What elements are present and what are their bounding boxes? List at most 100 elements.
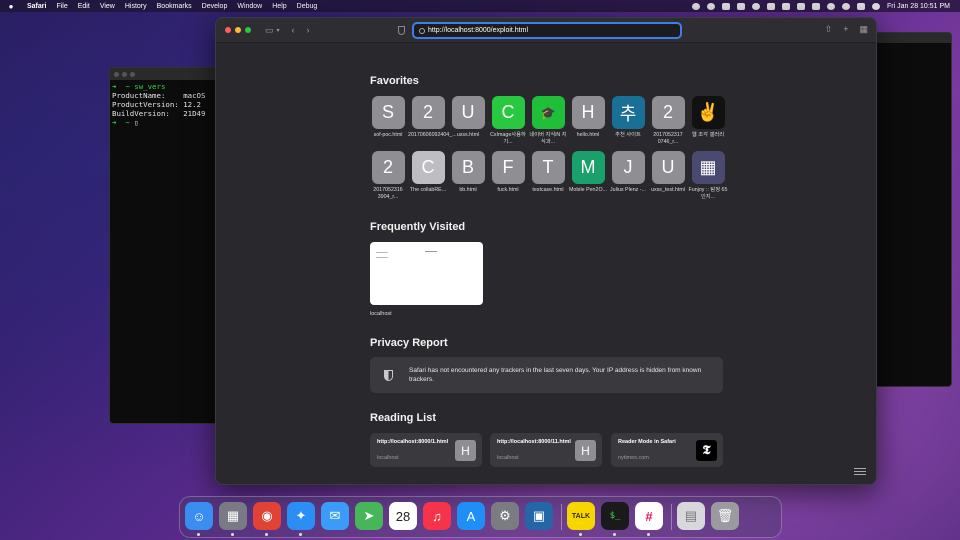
toolbar-right: ⇧ + ▦: [825, 24, 868, 35]
dock-kakaotalk-icon[interactable]: TALK: [567, 502, 595, 530]
tab-overview-icon[interactable]: ▦: [859, 24, 868, 35]
favorite-item[interactable]: 추 추천 사이트: [610, 96, 646, 139]
menu-bar: ● Safari File Edit View History Bookmark…: [0, 0, 960, 12]
favorite-item[interactable]: 🎓 네이버 지식iN 지식과...: [529, 96, 567, 146]
dock-virtualbox-icon[interactable]: ▣: [525, 502, 553, 530]
message-icon[interactable]: [736, 2, 745, 10]
menu-window[interactable]: Window: [232, 3, 267, 10]
favorite-label: fuck.html: [497, 187, 519, 193]
input-source-icon[interactable]: [781, 2, 790, 10]
control-center-icon[interactable]: [856, 2, 865, 10]
privacy-report-card[interactable]: Safari has not encountered any trackers …: [370, 357, 723, 393]
dock-slack-icon[interactable]: #: [635, 502, 663, 530]
safari-window[interactable]: ▭ ▾ ‹ › http://localhost:8000/exploit.ht…: [215, 17, 877, 485]
dock-trash-icon[interactable]: 🗑: [711, 502, 739, 530]
apple-menu-icon[interactable]: ●: [0, 2, 22, 11]
dock-maps-icon[interactable]: ➤: [355, 502, 383, 530]
reading-list-item[interactable]: http://localhost:8000/11.html localhost …: [490, 433, 602, 467]
favorite-icon: S: [371, 96, 405, 129]
dock-finder-icon[interactable]: ☺: [185, 502, 213, 530]
dock-chrome-icon[interactable]: ◉: [253, 502, 281, 530]
profile-icon[interactable]: [706, 2, 715, 10]
favorite-item[interactable]: M Mobile Pen2O...: [569, 151, 607, 194]
menu-app-name[interactable]: Safari: [22, 3, 51, 10]
dock-mail-icon[interactable]: ✉: [321, 502, 349, 530]
terminal-output[interactable]: ➜ ~ sw_vers ProductName: macOS ProductVe…: [110, 80, 220, 129]
chevron-down-icon[interactable]: ▾: [277, 27, 280, 34]
nyt-logo-icon: 𝕿: [696, 440, 717, 461]
terminal-minimize-button[interactable]: [122, 71, 127, 77]
terminal-close-button[interactable]: [114, 71, 119, 77]
minimize-button[interactable]: [235, 27, 241, 33]
reading-list-item[interactable]: Reader Mode in Safari nytimes.com 𝕿: [611, 433, 723, 467]
search-icon[interactable]: [841, 2, 850, 10]
battery-icon[interactable]: [811, 2, 820, 10]
favorites-title: Favorites: [370, 75, 419, 87]
menu-help[interactable]: Help: [267, 3, 291, 10]
menu-history[interactable]: History: [120, 3, 152, 10]
sidebar-icon[interactable]: ▭: [265, 25, 274, 36]
dock-document-icon[interactable]: ▤: [677, 502, 705, 530]
cloud-icon[interactable]: [721, 2, 730, 10]
terminal-zoom-button[interactable]: [130, 71, 135, 77]
favorite-item[interactable]: C The collabRE...: [410, 151, 446, 194]
dock-separator: [671, 504, 672, 530]
menu-file[interactable]: File: [51, 3, 72, 10]
favorite-label: 2017052316 3904_r...: [373, 187, 403, 200]
terminal-window[interactable]: ➜ ~ sw_vers ProductName: macOS ProductVe…: [109, 67, 221, 424]
thumbnail-text: [425, 251, 437, 252]
favorite-item[interactable]: Uuxss.html: [450, 96, 486, 139]
dock-running-indicator: [613, 533, 616, 536]
favorite-item[interactable]: Hhello.html: [570, 96, 606, 139]
favorite-icon: M: [571, 151, 605, 184]
record-icon[interactable]: [691, 2, 700, 10]
dock-music-icon[interactable]: ♫: [423, 502, 451, 530]
favorite-item[interactable]: Ffuck.html: [490, 151, 526, 194]
share-icon[interactable]: ⇧: [825, 24, 833, 35]
back-icon[interactable]: ‹: [292, 25, 295, 35]
dock-terminal-icon[interactable]: $_: [601, 502, 629, 530]
menu-clock[interactable]: Fri Jan 28 10:51 PM: [887, 3, 950, 10]
dock-launchpad-icon[interactable]: ▦: [219, 502, 247, 530]
dock-separator: [561, 504, 562, 530]
menu-bookmarks[interactable]: Bookmarks: [152, 3, 197, 10]
menu-debug[interactable]: Debug: [292, 3, 323, 10]
dock-system-preferences-icon[interactable]: ⚙: [491, 502, 519, 530]
favorite-item[interactable]: ▦ Funjoy :: 탐정 65인지...: [689, 151, 727, 201]
privacy-shield-icon[interactable]: [398, 26, 405, 35]
favorite-item[interactable]: Uuxss_test.html: [650, 151, 686, 194]
favorite-item[interactable]: C CxImage사용하기...: [490, 96, 526, 146]
terminal-titlebar[interactable]: [110, 68, 220, 80]
favorite-item[interactable]: 2 20170606092404_...: [408, 96, 457, 139]
menu-edit[interactable]: Edit: [73, 3, 95, 10]
siri-icon[interactable]: [871, 2, 880, 10]
play-icon[interactable]: [751, 2, 760, 10]
zoom-button[interactable]: [245, 27, 251, 33]
new-tab-icon[interactable]: +: [843, 24, 848, 35]
terminal-prompt: ➜ ~: [112, 118, 135, 127]
address-bar[interactable]: http://localhost:8000/exploit.html: [412, 22, 682, 39]
wifi-icon[interactable]: [826, 2, 835, 10]
customize-start-page-icon[interactable]: [854, 466, 866, 476]
favorite-item[interactable]: ✌ 웹 조각 갤러리: [690, 96, 726, 139]
favorite-item[interactable]: 2 2017052317 0746_r...: [650, 96, 686, 146]
menu-develop[interactable]: Develop: [197, 3, 233, 10]
dock-calendar-icon[interactable]: 28: [389, 502, 417, 530]
forward-icon[interactable]: ›: [307, 25, 310, 35]
privacy-report-text: Safari has not encountered any trackers …: [409, 367, 702, 383]
frequent-site-card[interactable]: [370, 242, 483, 305]
reading-list-item[interactable]: http://localhost:8000/1.html localhost H: [370, 433, 482, 467]
favorite-item[interactable]: Bbb.html: [450, 151, 486, 194]
keyboard-icon[interactable]: [766, 2, 775, 10]
favorite-item[interactable]: Ttestcase.html: [530, 151, 566, 194]
dock-safari-icon[interactable]: ✦: [287, 502, 315, 530]
favorite-icon: ✌: [691, 96, 725, 129]
close-button[interactable]: [225, 27, 231, 33]
menu-view[interactable]: View: [95, 3, 120, 10]
dock-app-store-icon[interactable]: A: [457, 502, 485, 530]
favorite-item[interactable]: J Julius Plenz -...: [610, 151, 646, 194]
bluetooth-icon[interactable]: [796, 2, 805, 10]
favorite-item[interactable]: 2 2017052316 3904_r...: [370, 151, 406, 201]
favorite-icon: 2: [651, 96, 685, 129]
favorite-item[interactable]: Ssof-poc.html: [370, 96, 406, 139]
